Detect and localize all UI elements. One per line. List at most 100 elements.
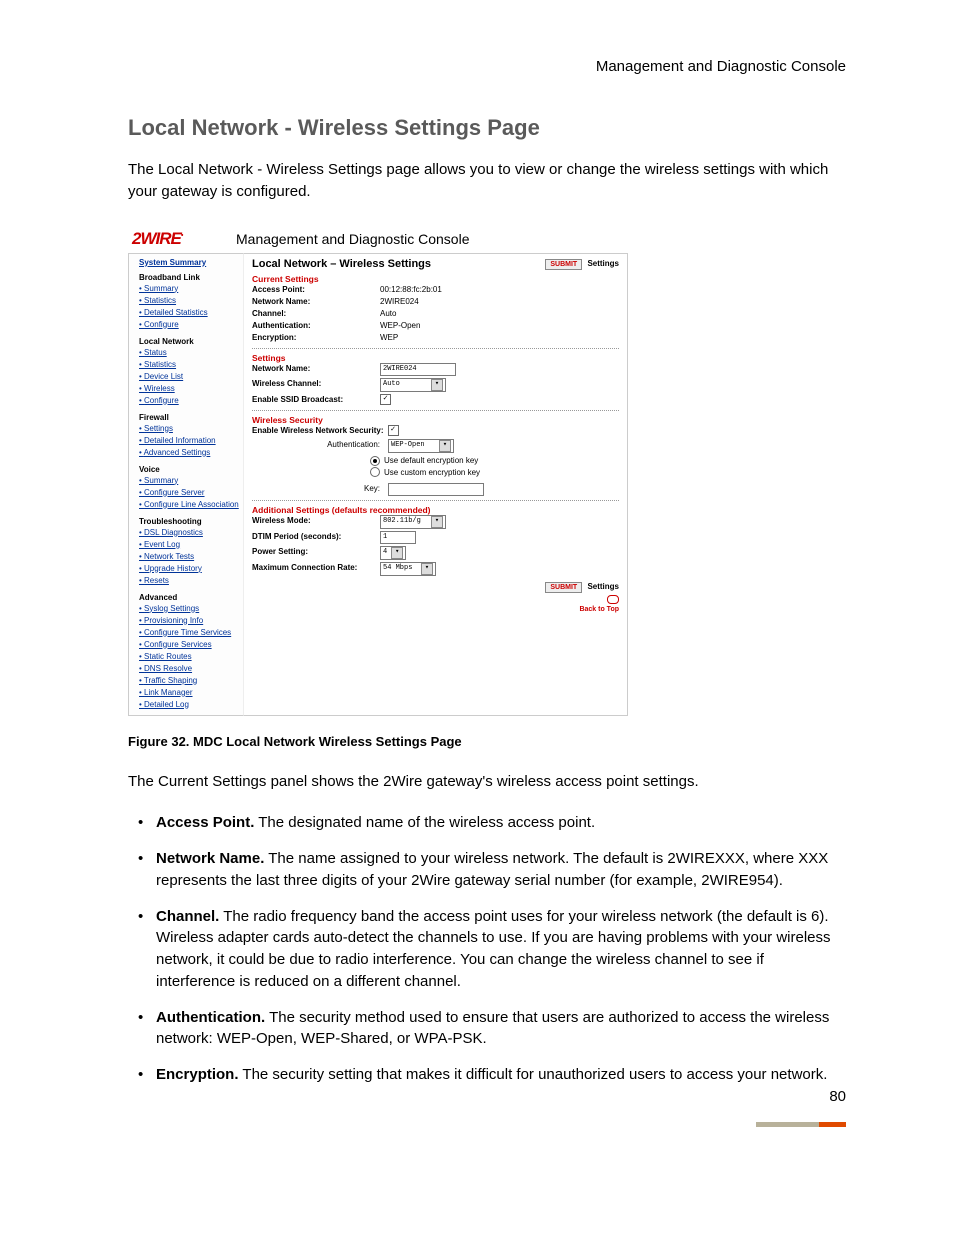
select-auth[interactable]: WEP-Open▾ [388, 439, 454, 453]
chevron-down-icon: ▾ [391, 547, 403, 559]
sidebar-link[interactable]: Statistics [139, 295, 239, 307]
section-current-settings: Current Settings [252, 274, 619, 284]
sidebar-link[interactable]: DSL Diagnostics [139, 527, 239, 539]
sidebar-link[interactable]: Configure Server [139, 487, 239, 499]
sidebar-link[interactable]: Configure Line Association [139, 499, 239, 511]
sidebar-link[interactable]: Status [139, 347, 239, 359]
submit-label: Settings [587, 259, 619, 268]
label-channel: Channel: [252, 308, 380, 320]
select-max-rate[interactable]: 54 Mbps▾ [380, 562, 436, 576]
section-additional-settings: Additional Settings (defaults recommende… [252, 505, 619, 515]
sidebar-link[interactable]: Traffic Shaping [139, 675, 239, 687]
label-net-name: Network Name: [252, 363, 380, 376]
select-power[interactable]: 4▾ [380, 546, 406, 560]
sidebar-link[interactable]: Detailed Log [139, 699, 239, 711]
label-wireless-mode: Wireless Mode: [252, 515, 380, 529]
sidebar-system-summary[interactable]: System Summary [139, 258, 239, 267]
submit-button-bottom[interactable]: SUBMIT [545, 582, 582, 593]
sidebar-link[interactable]: Static Routes [139, 651, 239, 663]
sidebar-group-trouble: Troubleshooting [139, 517, 239, 526]
sidebar-group-localnet: Local Network [139, 337, 239, 346]
sidebar-link[interactable]: Advanced Settings [139, 447, 239, 459]
chevron-down-icon: ▾ [421, 563, 433, 575]
main-title: Local Network – Wireless Settings [252, 258, 431, 270]
sidebar-link[interactable]: Detailed Statistics [139, 307, 239, 319]
intro-paragraph: The Local Network - Wireless Settings pa… [128, 159, 846, 203]
select-wireless-channel[interactable]: Auto▾ [380, 378, 446, 392]
section-wireless-security: Wireless Security [252, 415, 619, 425]
value-encryption: WEP [380, 332, 398, 344]
submit-label-bottom: Settings [587, 582, 619, 591]
sidebar-link[interactable]: Configure [139, 395, 239, 407]
sidebar-link[interactable]: Link Manager [139, 687, 239, 699]
doc-header: Management and Diagnostic Console [128, 58, 846, 75]
figure-caption: Figure 32. MDC Local Network Wireless Se… [128, 734, 846, 749]
page-title: Local Network - Wireless Settings Page [128, 115, 846, 141]
value-access-point: 00:12:88:fc:2b:01 [380, 284, 442, 296]
bullet-authentication: Authentication. The security method used… [128, 1007, 846, 1051]
console-title: Management and Diagnostic Console [236, 231, 469, 247]
label-encryption: Encryption: [252, 332, 380, 344]
input-key[interactable] [388, 483, 484, 496]
bullet-access-point: Access Point. The designated name of the… [128, 812, 846, 834]
radio-custom-key[interactable] [370, 467, 380, 477]
label-enable-security: Enable Wireless Network Security: [252, 425, 384, 437]
panel-intro: The Current Settings panel shows the 2Wi… [128, 771, 846, 793]
select-wireless-mode[interactable]: 802.11b/g▾ [380, 515, 446, 529]
page-number: 80 [829, 1088, 846, 1105]
sidebar-link[interactable]: Device List [139, 371, 239, 383]
sidebar-link[interactable]: DNS Resolve [139, 663, 239, 675]
main-panel: Local Network – Wireless Settings SUBMIT… [243, 253, 628, 716]
sidebar-link[interactable]: Upgrade History [139, 563, 239, 575]
bullet-channel: Channel. The radio frequency band the ac… [128, 906, 846, 993]
label-auth: Authentication: [252, 320, 380, 332]
chevron-down-icon: ▾ [431, 516, 443, 528]
sidebar-link[interactable]: Configure Services [139, 639, 239, 651]
checkbox-enable-security[interactable]: ✓ [388, 425, 399, 436]
sidebar-link[interactable]: Configure Time Services [139, 627, 239, 639]
sidebar-link[interactable]: Summary [139, 283, 239, 295]
label-key: Key: [252, 483, 388, 496]
sidebar-link[interactable]: Settings [139, 423, 239, 435]
label-custom-key: Use custom encryption key [380, 467, 480, 481]
sidebar-link[interactable]: Statistics [139, 359, 239, 371]
value-network-name: 2WIRE024 [380, 296, 419, 308]
label-dtim: DTIM Period (seconds): [252, 531, 380, 544]
sidebar-link[interactable]: Network Tests [139, 551, 239, 563]
logo-2wire: 2WIRE• [128, 229, 236, 249]
sidebar-link[interactable]: Syslog Settings [139, 603, 239, 615]
definition-list: Access Point. The designated name of the… [128, 812, 846, 1086]
label-sec-auth: Authentication: [252, 439, 388, 453]
section-settings: Settings [252, 353, 619, 363]
sidebar-group-broadband: Broadband Link [139, 273, 239, 282]
bullet-encryption: Encryption. The security setting that ma… [128, 1064, 846, 1086]
checkbox-ssid[interactable]: ✓ [380, 394, 391, 405]
sidebar-link[interactable]: Wireless [139, 383, 239, 395]
chevron-down-icon: ▾ [431, 379, 443, 391]
value-channel: Auto [380, 308, 396, 320]
chevron-down-icon: ▾ [439, 440, 451, 452]
sidebar-link[interactable]: Configure [139, 319, 239, 331]
back-to-top-link[interactable]: Back to Top [252, 595, 619, 613]
figure-screenshot: 2WIRE• Management and Diagnostic Console… [128, 223, 628, 716]
sidebar-group-advanced: Advanced [139, 593, 239, 602]
submit-button-top[interactable]: SUBMIT [545, 259, 582, 270]
label-ssid-broadcast: Enable SSID Broadcast: [252, 394, 380, 406]
input-dtim[interactable]: 1 [380, 531, 416, 544]
sidebar-link[interactable]: Detailed Information [139, 435, 239, 447]
radio-default-key[interactable] [370, 456, 380, 466]
label-access-point: Access Point: [252, 284, 380, 296]
label-network-name: Network Name: [252, 296, 380, 308]
label-power: Power Setting: [252, 546, 380, 560]
label-default-key: Use default encryption key [380, 455, 478, 467]
sidebar-link[interactable]: Event Log [139, 539, 239, 551]
bullet-network-name: Network Name. The name assigned to your … [128, 848, 846, 892]
sidebar-link[interactable]: Resets [139, 575, 239, 587]
input-network-name[interactable]: 2WIRE024 [380, 363, 456, 376]
footer-accent-bar [756, 1122, 846, 1127]
sidebar-group-firewall: Firewall [139, 413, 239, 422]
label-max-rate: Maximum Connection Rate: [252, 562, 380, 576]
sidebar-link[interactable]: Provisioning Info [139, 615, 239, 627]
sidebar-nav: System Summary Broadband Link Summary St… [128, 253, 243, 716]
sidebar-link[interactable]: Summary [139, 475, 239, 487]
